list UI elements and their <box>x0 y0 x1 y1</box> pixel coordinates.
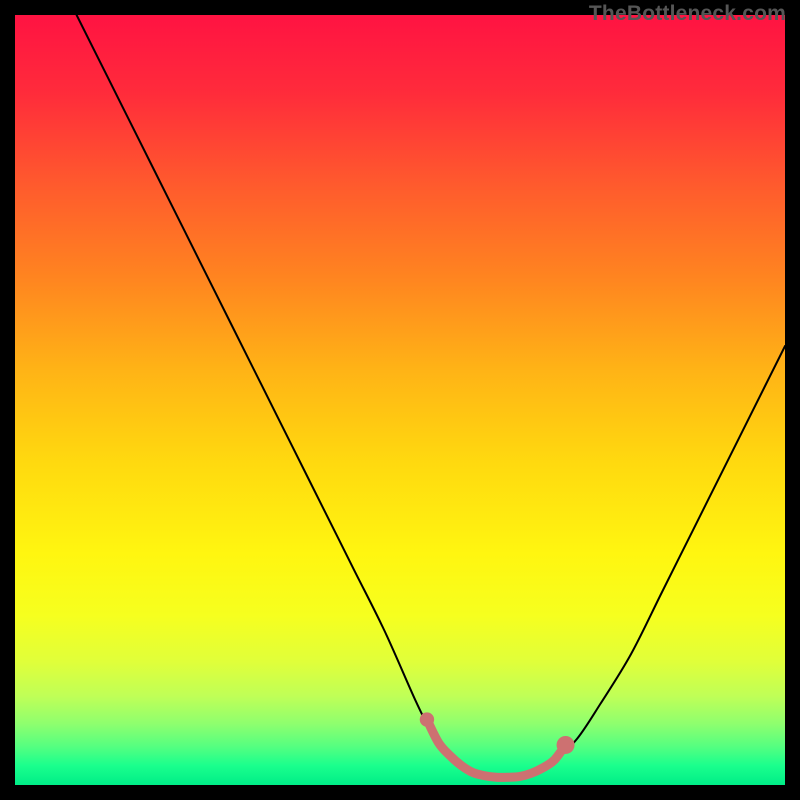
gradient-background <box>15 15 785 785</box>
watermark-text: TheBottleneck.com <box>589 2 786 26</box>
chart-frame: TheBottleneck.com <box>0 0 800 800</box>
bottleneck-chart <box>15 15 785 785</box>
